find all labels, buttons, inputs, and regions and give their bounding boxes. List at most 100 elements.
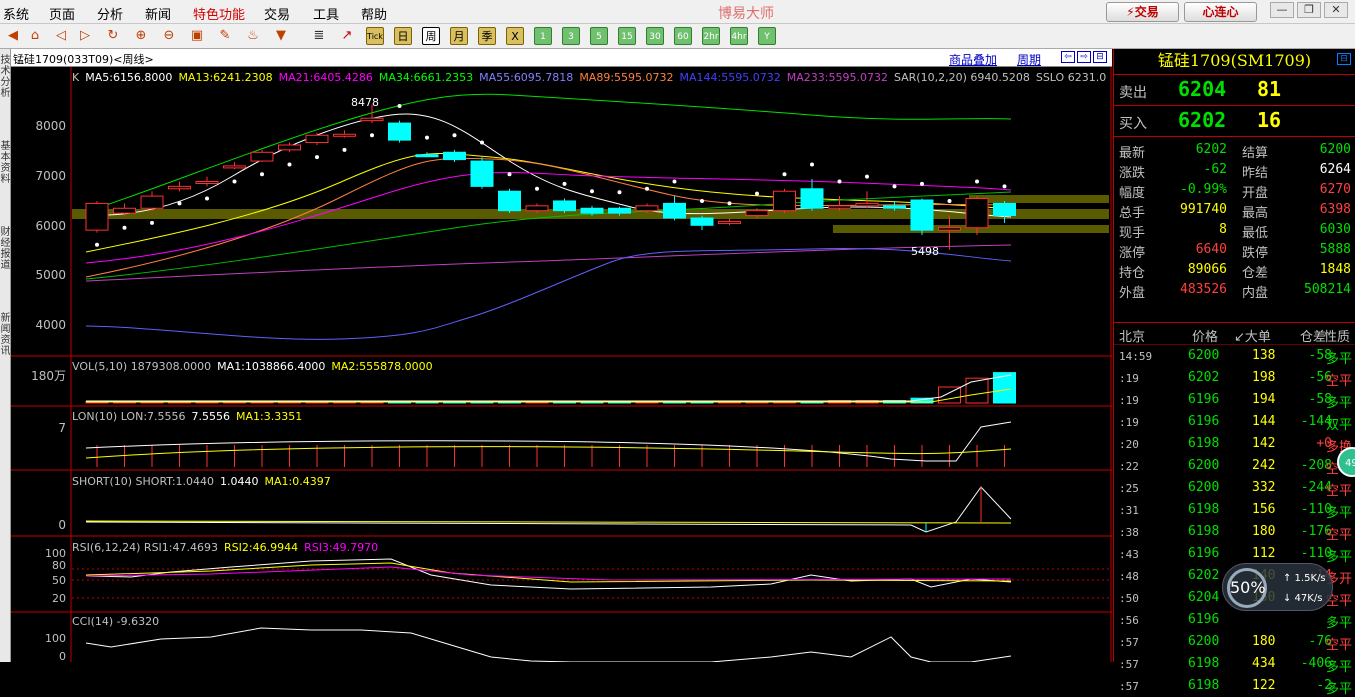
buy-row: 买入 6202 16 — [1114, 106, 1355, 137]
tick-row[interactable]: :19 6196 194 -58 多平 — [1114, 389, 1355, 411]
tick-price: 6200 — [1188, 480, 1220, 495]
restore-button[interactable]: ❐ — [1297, 2, 1321, 18]
candle-body — [443, 151, 466, 161]
next-icon[interactable]: ⇨ — [1077, 51, 1091, 63]
tick-time: :57 — [1119, 636, 1139, 649]
minute-1-button[interactable]: 1 — [534, 27, 552, 45]
menu-help[interactable]: 帮助 — [361, 4, 387, 23]
close-button[interactable]: ✕ — [1324, 2, 1348, 18]
sar-dot — [425, 135, 429, 140]
sar-dot — [590, 189, 594, 194]
alarm-icon[interactable]: ♨ — [244, 27, 262, 45]
home-icon[interactable]: ⌂ — [26, 27, 44, 45]
tab-report[interactable]: 财经报道 — [0, 227, 11, 271]
hour-2-button[interactable]: 2hr — [702, 27, 720, 45]
quote-label: 现手 — [1119, 226, 1146, 241]
hour-4-button[interactable]: 4hr — [730, 27, 748, 45]
tick-row[interactable]: :20 6198 142 +0 多换 — [1114, 433, 1355, 455]
chart-area[interactable]: 8000 7000 6000 5000 4000 180万 7 0 100 80… — [11, 67, 1112, 662]
overlay-link[interactable]: 商品叠加 — [949, 51, 997, 68]
period-link[interactable]: 周期 — [1017, 51, 1041, 68]
tick-time: :57 — [1119, 658, 1139, 671]
tick-row[interactable]: :38 6198 180 -176 空平 — [1114, 521, 1355, 543]
left-arrow-icon[interactable]: ◁ — [52, 27, 70, 45]
tick-row[interactable]: :43 6196 112 -110 多平 — [1114, 543, 1355, 565]
candle-body — [278, 144, 301, 151]
quote-value: 89066 — [1187, 262, 1227, 277]
tick-row[interactable]: 14:59 6200 138 -58 多平 — [1114, 345, 1355, 367]
period-season-button[interactable]: 季 — [478, 27, 496, 45]
price-axis-label: 5000 — [35, 268, 66, 282]
menu-tools[interactable]: 工具 — [313, 4, 339, 23]
tab-technical[interactable]: 技术分析 — [0, 55, 11, 99]
minute-5-button[interactable]: 5 — [590, 27, 608, 45]
menu-special[interactable]: 特色功能 — [193, 4, 245, 23]
sar-dot — [617, 190, 622, 195]
zoom-in-icon[interactable]: ⊕ — [132, 27, 150, 45]
low-annotation: 5498 — [911, 245, 939, 258]
tick-row[interactable]: :56 6196 多平 — [1114, 609, 1355, 631]
draw-icon[interactable]: ✎ — [216, 27, 234, 45]
vol-legend: VOL(5,10) 1879308.0000 MA1:1038866.4000 MA… — [72, 360, 433, 373]
tab-basic[interactable]: 基本资料 — [0, 141, 11, 185]
menu-trade[interactable]: 交易 — [264, 4, 290, 23]
ticks-list[interactable]: 14:59 6200 138 -58 多平:19 6202 198 -56 空平… — [1114, 345, 1355, 697]
right-arrow-icon[interactable]: ▷ — [76, 27, 94, 45]
sell-row: 卖出 6204 81 — [1114, 75, 1355, 106]
layout-icon[interactable]: ⊟ — [1093, 51, 1107, 63]
tick-row[interactable]: :22 6200 242 -208 空平 — [1114, 455, 1355, 477]
panel-toggle-icon[interactable]: ⊟ — [1337, 53, 1351, 65]
tick-row[interactable]: :57 6200 180 -76 空平 — [1114, 631, 1355, 653]
tick-price: 6202 — [1188, 370, 1220, 385]
period-week-button[interactable]: 周 — [422, 27, 440, 45]
heart-button[interactable]: 心连心 — [1184, 2, 1257, 22]
sar-dot — [150, 220, 154, 225]
tick-row[interactable]: :19 6202 198 -56 空平 — [1114, 367, 1355, 389]
chart-symbol: 锰硅1709(033T09)<周线> — [13, 53, 154, 66]
menu-news[interactable]: 新闻 — [145, 4, 171, 23]
legend-item: MA233:5595.0732 — [787, 71, 888, 84]
candle-body — [553, 200, 576, 212]
candle-body — [470, 160, 494, 187]
window-icon[interactable]: ▣ — [188, 27, 206, 45]
minimize-button[interactable]: — — [1270, 2, 1294, 18]
quote-row: 涨跌 -62 昨结 6264 — [1114, 160, 1355, 181]
back-icon[interactable]: ◀ — [4, 27, 22, 45]
tab-news[interactable]: 新闻资讯 — [0, 313, 11, 357]
trade-button[interactable]: ⚡交易 — [1106, 2, 1179, 22]
period-day-button[interactable]: 日 — [394, 27, 412, 45]
period-x-button[interactable]: X — [506, 27, 524, 45]
tick-nature: 双平 — [1325, 418, 1352, 433]
period-month-button[interactable]: 月 — [450, 27, 468, 45]
minute-60-button[interactable]: 60 — [674, 27, 692, 45]
prev-icon[interactable]: ⇦ — [1061, 51, 1075, 63]
minute-3-button[interactable]: 3 — [562, 27, 580, 45]
minute-30-button[interactable]: 30 — [646, 27, 664, 45]
chart-icon[interactable]: ↗ — [338, 27, 356, 45]
period-tick-button[interactable]: Tick — [366, 27, 384, 45]
menu-system[interactable]: 系统 — [3, 4, 29, 23]
tick-row[interactable]: :57 6198 122 -2 多平 — [1114, 675, 1355, 697]
tick-row[interactable]: :57 6198 434 -406 多平 — [1114, 653, 1355, 675]
filter-icon[interactable]: ▼ — [272, 27, 290, 45]
year-button[interactable]: Y — [758, 27, 776, 45]
menu-analysis[interactable]: 分析 — [97, 4, 123, 23]
tick-row[interactable]: :31 6198 156 -110 多平 — [1114, 499, 1355, 521]
refresh-icon[interactable]: ↻ — [104, 27, 122, 45]
app-brand: 博易大师 — [718, 6, 774, 22]
tick-row[interactable]: :19 6196 144 -144 双平 — [1114, 411, 1355, 433]
tick-row[interactable]: :25 6200 332 -244 空平 — [1114, 477, 1355, 499]
list-icon[interactable]: ≣ — [310, 27, 328, 45]
ticks-col-diff: 仓差 — [1300, 330, 1327, 345]
sar-dot — [562, 181, 567, 186]
sell-volume: 81 — [1257, 77, 1282, 101]
candle-body — [388, 122, 411, 141]
menu-page[interactable]: 页面 — [49, 4, 75, 23]
sar-dot — [260, 172, 264, 177]
legend-item: 1.0440 — [220, 475, 259, 488]
short-legend: SHORT(10) SHORT:1.0440 1.0440 MA1:0.4397 — [72, 475, 331, 488]
minute-15-button[interactable]: 15 — [618, 27, 636, 45]
tick-time: :50 — [1119, 592, 1139, 605]
zoom-out-icon[interactable]: ⊖ — [160, 27, 178, 45]
network-widget[interactable]: 50% ↑ 1.5K/s ↓ 47K/s — [1222, 563, 1333, 611]
